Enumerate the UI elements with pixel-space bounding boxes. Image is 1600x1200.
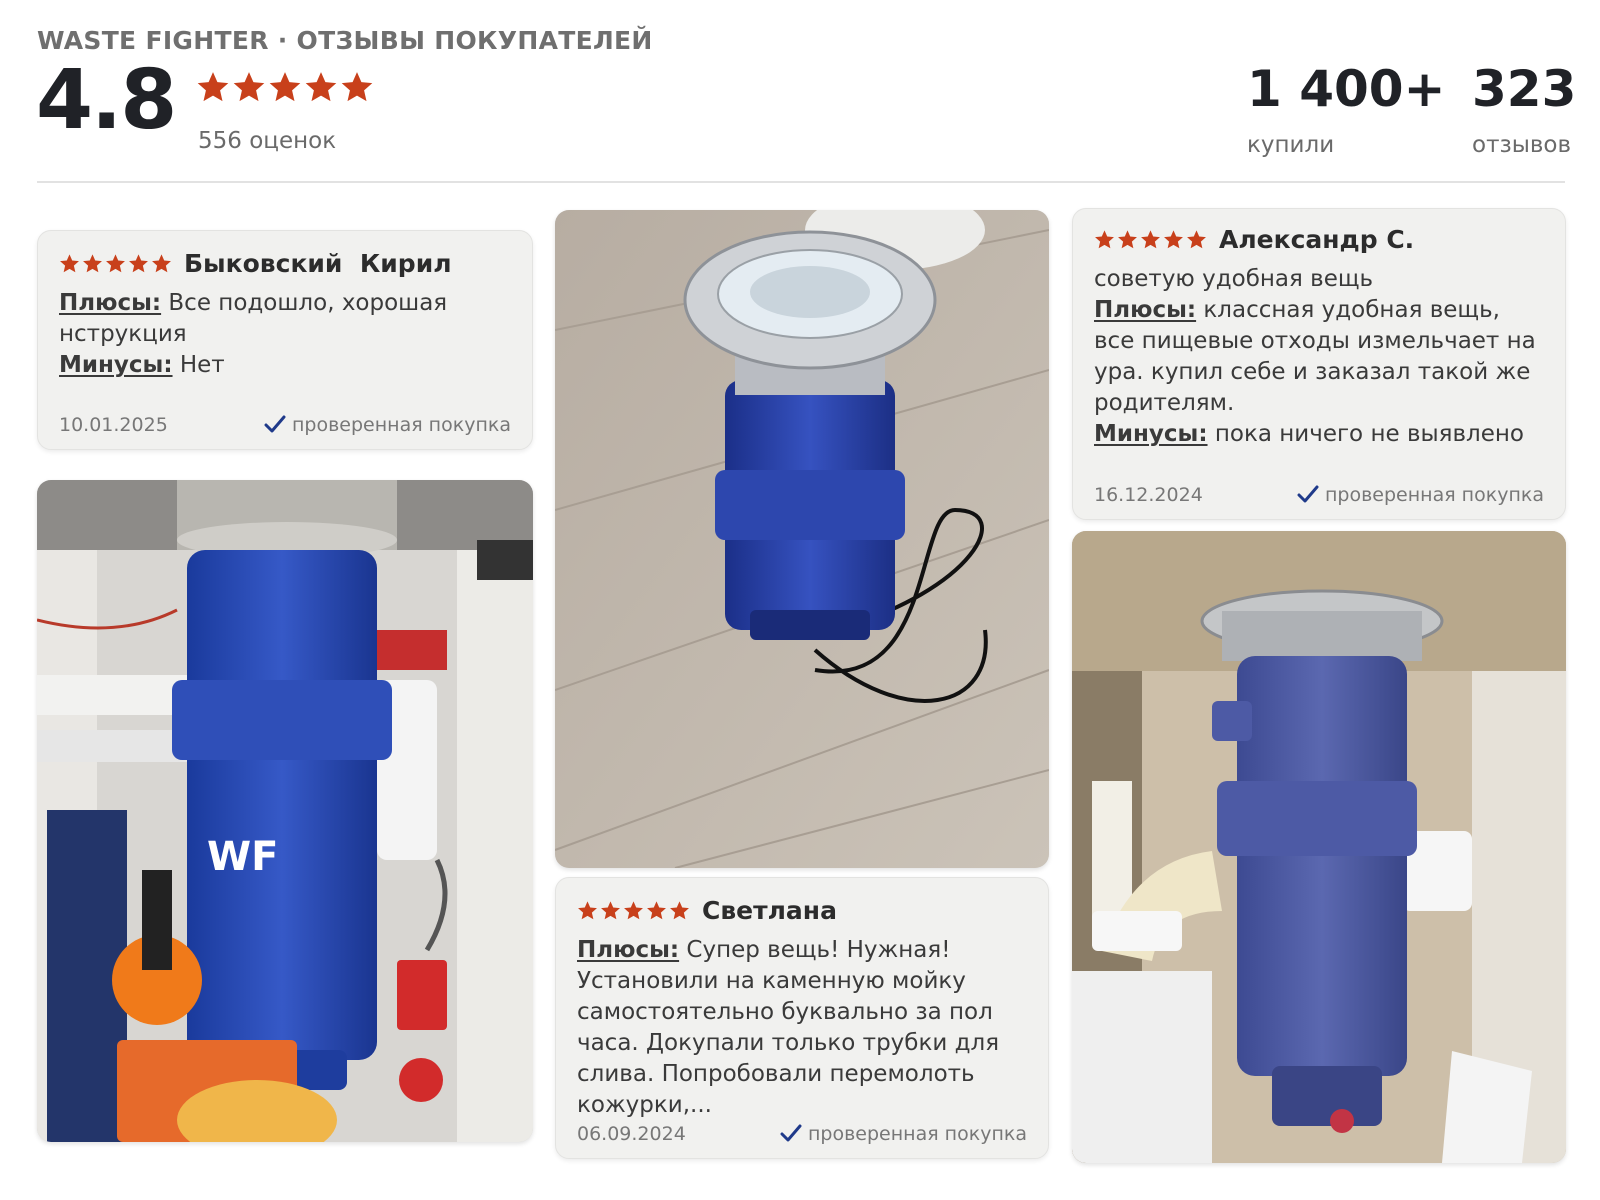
ratings-count: 556 оценок <box>198 128 337 154</box>
rating-stars <box>196 70 374 104</box>
review-body: советую удобная вещь Плюсы: классная удо… <box>1094 264 1544 450</box>
review-photo[interactable] <box>555 210 1049 868</box>
verified-label: проверенная покупка <box>291 414 511 436</box>
review-card[interactable]: Светлана Плюсы: Супер вещь! Нужная! Уста… <box>555 877 1049 1159</box>
reviewer-name: Быковский Кирил <box>184 249 452 278</box>
review-intro: советую удобная вещь <box>1094 266 1374 292</box>
star-icon <box>340 70 374 104</box>
disposer-under-sink-image: WF <box>37 480 533 1142</box>
star-icon <box>1186 229 1207 250</box>
reviewer-name: Александр С. <box>1219 225 1415 254</box>
checkmark-icon <box>1297 485 1319 505</box>
verified-label: проверенная покупка <box>807 1123 1027 1145</box>
star-icon <box>128 253 149 274</box>
verified-badge: проверенная покупка <box>264 414 511 436</box>
star-icon <box>669 900 690 921</box>
star-icon <box>268 70 302 104</box>
star-icon <box>232 70 266 104</box>
review-card[interactable]: Александр С. советую удобная вещь Плюсы:… <box>1072 208 1566 520</box>
reviewer-name: Светлана <box>702 896 837 925</box>
bought-value: 1 400+ <box>1247 60 1446 118</box>
star-icon <box>646 900 667 921</box>
star-icon <box>1140 229 1161 250</box>
review-date: 16.12.2024 <box>1094 484 1203 506</box>
installed-disposer-image <box>1072 531 1566 1163</box>
star-icon <box>82 253 103 274</box>
checkmark-icon <box>780 1124 802 1144</box>
svg-text:WF: WF <box>207 834 278 880</box>
cons-text: Нет <box>179 352 225 378</box>
review-card[interactable]: Быковский Кирил Плюсы: Все подошло, хоро… <box>37 230 533 450</box>
cons-label: Минусы: <box>59 352 173 378</box>
stat-reviews[interactable]: 323 отзывов <box>1472 64 1576 158</box>
star-icon <box>623 900 644 921</box>
pros-label: Плюсы: <box>1094 297 1197 323</box>
star-icon <box>151 253 172 274</box>
average-rating: 4.8 <box>36 53 177 148</box>
review-photo[interactable]: WF <box>37 480 533 1142</box>
disposer-on-floor-image <box>555 210 1049 868</box>
pros-label: Плюсы: <box>577 937 680 963</box>
star-icon <box>1117 229 1138 250</box>
review-body: Плюсы: Все подошло, хорошая нструкция Ми… <box>59 288 511 381</box>
pros-label: Плюсы: <box>59 290 162 316</box>
stat-bought: 1 400+ купили <box>1247 64 1445 158</box>
star-icon <box>105 253 126 274</box>
review-stars <box>59 253 172 274</box>
bought-label: купили <box>1247 132 1335 158</box>
reviews-label: отзывов <box>1472 132 1572 158</box>
verified-badge: проверенная покупка <box>780 1123 1027 1145</box>
review-body: Плюсы: Супер вещь! Нужная! Установили на… <box>577 935 1027 1121</box>
star-icon <box>59 253 80 274</box>
review-stars <box>1094 229 1207 250</box>
header-divider <box>37 181 1565 183</box>
star-icon <box>304 70 338 104</box>
verified-label: проверенная покупка <box>1324 484 1544 506</box>
review-stars <box>577 900 690 921</box>
review-photo[interactable] <box>1072 531 1566 1163</box>
verified-badge: проверенная покупка <box>1297 484 1544 506</box>
star-icon <box>196 70 230 104</box>
pros-text: Супер вещь! Нужная! Установили на каменн… <box>577 937 1000 1118</box>
star-icon <box>1163 229 1184 250</box>
star-icon <box>600 900 621 921</box>
brand-title: WASTE FIGHTER · ОТЗЫВЫ ПОКУПАТЕЛЕЙ <box>37 26 653 55</box>
review-date: 10.01.2025 <box>59 414 168 436</box>
review-date: 06.09.2024 <box>577 1123 686 1145</box>
star-icon <box>1094 229 1115 250</box>
reviews-value: 323 <box>1472 60 1577 118</box>
checkmark-icon <box>264 415 286 435</box>
cons-text: пока ничего не выявлено <box>1214 421 1525 447</box>
cons-label: Минусы: <box>1094 421 1208 447</box>
star-icon <box>577 900 598 921</box>
